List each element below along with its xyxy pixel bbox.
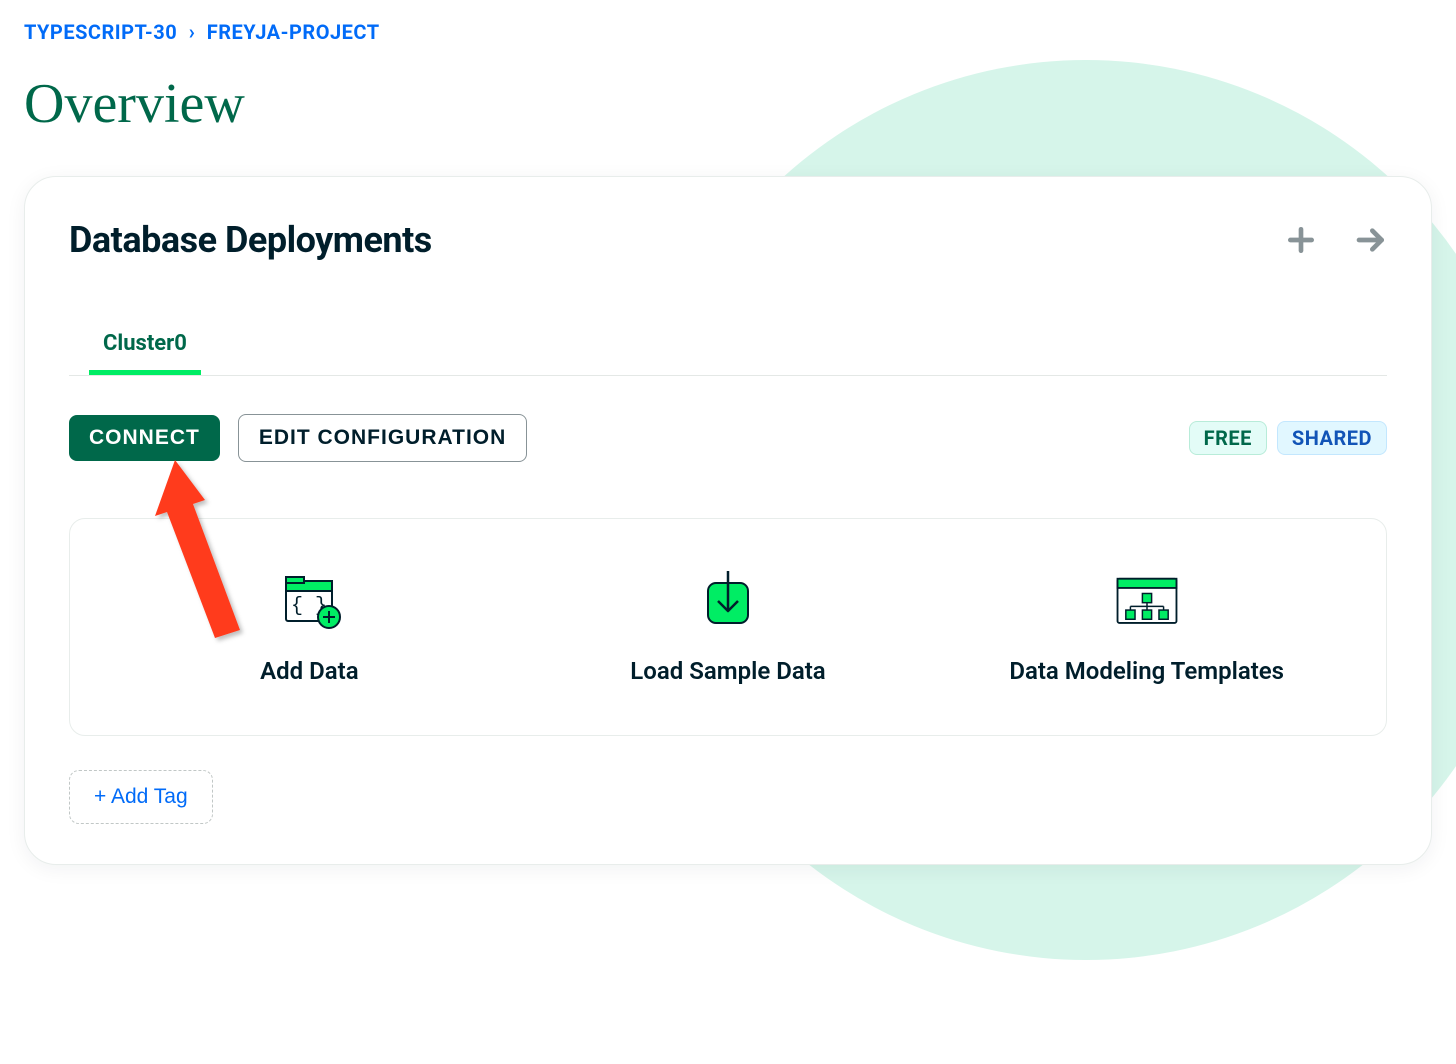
download-icon — [693, 569, 763, 629]
arrow-right-icon[interactable] — [1355, 224, 1387, 256]
add-data-icon: { } — [274, 569, 344, 629]
card-title: Database Deployments — [69, 219, 432, 261]
option-add-data-label: Add Data — [260, 657, 358, 685]
option-data-modeling-label: Data Modeling Templates — [1009, 657, 1284, 685]
option-load-sample-label: Load Sample Data — [630, 657, 825, 685]
options-panel: { } Add Data Load Sample Data — [69, 518, 1387, 736]
connect-button[interactable]: CONNECT — [69, 415, 220, 461]
tab-cluster0[interactable]: Cluster0 — [89, 331, 201, 375]
breadcrumb: TYPESCRIPT-30 › FREYJA-PROJECT — [24, 20, 1432, 44]
add-tag-button[interactable]: + Add Tag — [69, 770, 213, 824]
add-icon[interactable] — [1285, 224, 1317, 256]
cluster-tabs: Cluster0 — [69, 331, 1387, 376]
breadcrumb-separator: › — [189, 20, 196, 44]
badge-free: FREE — [1189, 421, 1267, 455]
option-add-data[interactable]: { } Add Data — [100, 569, 519, 685]
edit-configuration-button[interactable]: EDIT CONFIGURATION — [238, 414, 527, 462]
option-load-sample[interactable]: Load Sample Data — [519, 569, 938, 685]
badge-shared: SHARED — [1277, 421, 1387, 455]
breadcrumb-project-link[interactable]: FREYJA-PROJECT — [207, 20, 380, 44]
option-data-modeling[interactable]: Data Modeling Templates — [937, 569, 1356, 685]
breadcrumb-org-link[interactable]: TYPESCRIPT-30 — [24, 20, 177, 44]
deployments-card: Database Deployments Cluster0 CONNECT — [24, 176, 1432, 865]
templates-icon — [1112, 569, 1182, 629]
page-title: Overview — [24, 72, 1432, 136]
